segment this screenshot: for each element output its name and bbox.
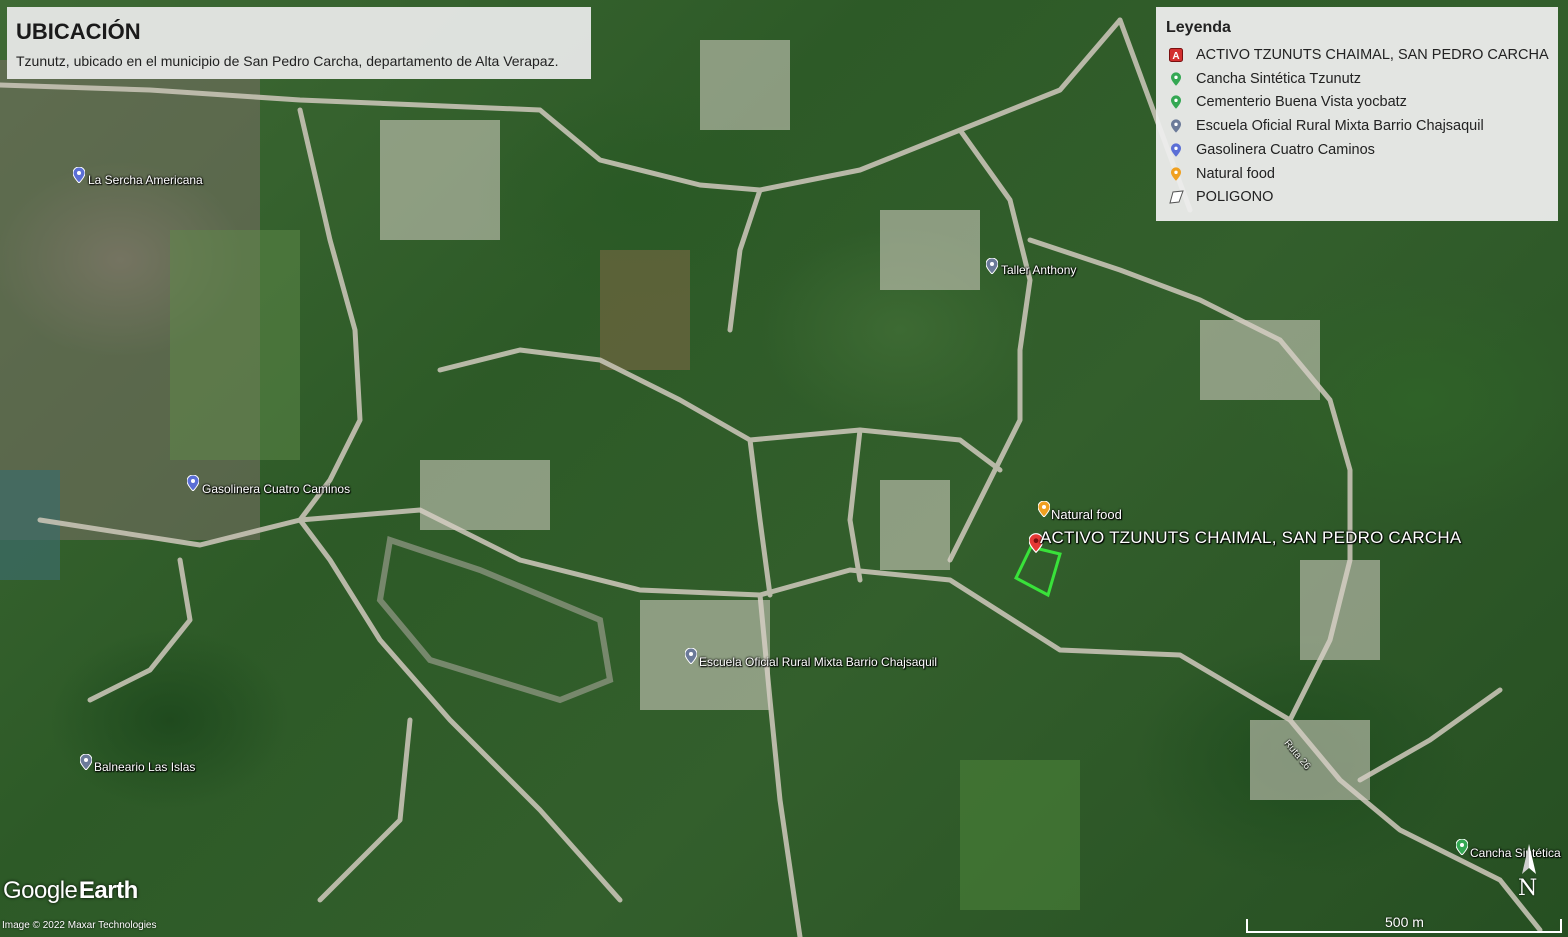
legend-item-label: ACTIVO TZUNUTS CHAIMAL, SAN PEDRO CARCHA [1196,47,1549,63]
label-la-sercha: La Sercha Americana [88,173,203,187]
legend-panel: Leyenda A ACTIVO TZUNUTS CHAIMAL, SAN PE… [1156,7,1558,221]
gray-pin-icon[interactable] [986,258,998,274]
title-panel: UBICACIÓN Tzunutz, ubicado en el municip… [7,7,591,79]
satellite-map[interactable]: La Sercha Americana Taller Anthony Gasol… [0,0,1568,937]
google-earth-logo: Google Earth [3,877,138,905]
label-taller: Taller Anthony [1001,263,1077,277]
label-gasolinera: Gasolinera Cuatro Caminos [202,482,351,496]
green-pin-icon[interactable] [1456,839,1468,855]
brand-google: Google [3,877,78,904]
legend-item-label: Natural food [1196,166,1275,182]
legend-item-label: Gasolinera Cuatro Caminos [1196,142,1375,158]
orange-pin-icon [1168,166,1184,182]
legend-item[interactable]: Gasolinera Cuatro Caminos [1168,139,1375,161]
imagery-credit: Image © 2022 Maxar Technologies [2,920,157,931]
brand-earth: Earth [78,877,138,904]
legend-item-label: Cementerio Buena Vista yocbatz [1196,94,1407,110]
legend-item[interactable]: Cancha Sintética Tzunutz [1168,68,1361,90]
green-pin-icon [1168,71,1184,87]
legend-item[interactable]: Natural food [1168,163,1275,185]
gray-pin-icon[interactable] [685,648,697,664]
legend-title: Leyenda [1166,19,1231,36]
green-pin-icon [1168,94,1184,110]
polygon-outline[interactable] [1014,545,1062,598]
legend-item[interactable]: POLIGONO [1168,186,1273,208]
legend-item-label: Cancha Sintética Tzunutz [1196,71,1361,87]
page-title: UBICACIÓN [16,19,141,44]
gray-pin-icon[interactable] [80,754,92,770]
orange-pin-icon[interactable] [1038,501,1050,517]
label-natural-food: Natural food [1051,507,1122,522]
label-escuela: Escuela Oficial Rural Mixta Barrio Chajs… [699,655,938,669]
label-balneario: Balneario Las Islas [94,760,196,774]
north-arrow: N [1512,842,1546,904]
polygon-icon [1168,189,1184,205]
scale-label: 500 m [1385,914,1424,930]
label-activo: ACTIVO TZUNUTS CHAIMAL, SAN PEDRO CARCHA [1040,528,1462,547]
legend-item-label: POLIGONO [1196,189,1274,205]
legend-item[interactable]: Escuela Oficial Rural Mixta Barrio Chajs… [1168,115,1484,137]
placemark-a-icon: A [1168,47,1184,63]
legend-item[interactable]: Cementerio Buena Vista yocbatz [1168,91,1407,113]
page-subtitle: Tzunutz, ubicado en el municipio de San … [16,53,559,69]
legend-item[interactable]: A ACTIVO TZUNUTS CHAIMAL, SAN PEDRO CARC… [1168,44,1549,66]
gray-blue-pin-icon [1168,118,1184,134]
blue-pin-icon[interactable] [187,475,199,491]
scale-bar: 500 m [1246,913,1562,935]
svg-text:A: A [1172,51,1179,62]
legend-item-label: Escuela Oficial Rural Mixta Barrio Chajs… [1196,118,1484,134]
north-arrow-icon [1522,844,1536,874]
blue-pin-icon [1168,142,1184,158]
north-label: N [1518,876,1538,901]
blue-pin-icon[interactable] [73,167,85,183]
